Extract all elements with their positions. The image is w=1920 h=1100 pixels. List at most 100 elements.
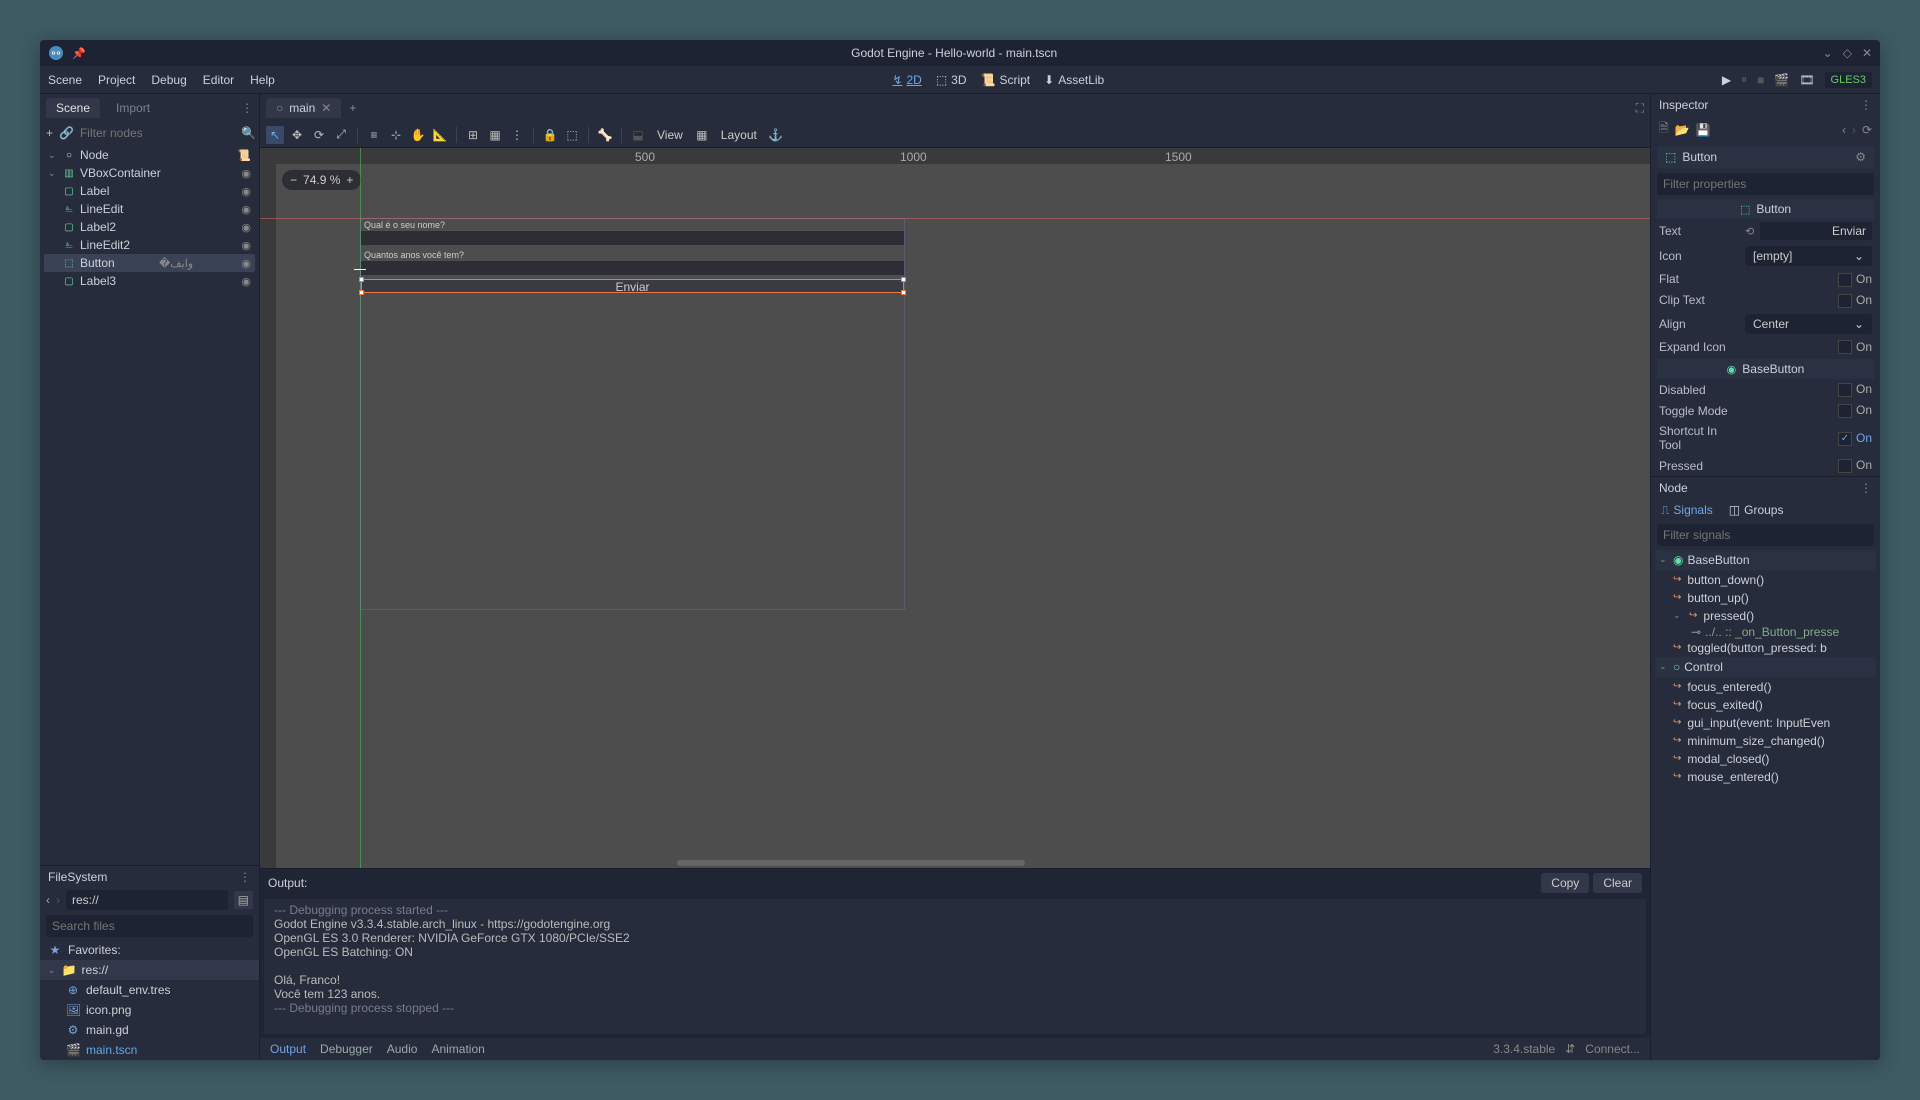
menu-scene[interactable]: Scene [48,73,82,87]
visibility-icon[interactable]: ◉ [241,239,251,252]
signal-class-control[interactable]: ⌄○Control [1655,657,1876,677]
fs-res-root[interactable]: ⌄📁res:// [40,960,259,980]
clip-checkbox[interactable] [1838,294,1852,308]
align-dropdown[interactable]: Center⌄ [1745,314,1872,334]
history-icon[interactable]: ⟳ [1862,123,1872,137]
close-icon[interactable]: ✕ [1862,46,1872,60]
lock-icon[interactable]: 🔒 [541,126,559,144]
move-tool-icon[interactable]: ✥ [288,126,306,144]
list-tool-icon[interactable]: ≡ [365,126,383,144]
bottom-audio-tab[interactable]: Audio [387,1042,418,1056]
output-log[interactable]: --- Debugging process started --- Godot … [264,899,1646,1034]
scene-canvas[interactable]: Qual é o seu nome? Quantos anos você tem… [360,218,905,610]
fs-search-input[interactable] [46,915,253,937]
node-dock-more-icon[interactable]: ⋮ [1860,481,1872,495]
fs-file[interactable]: ⚙main.gd [58,1020,259,1040]
resize-handle[interactable] [359,277,364,282]
pivot-icon[interactable]: ⊹ [387,126,405,144]
signal-item[interactable]: ↪gui_input(event: InputEven [1655,714,1876,732]
open-resource-icon[interactable]: 📂 [1675,123,1690,137]
layout-menu[interactable]: Layout [715,128,763,142]
new-resource-icon[interactable]: 🗎 [1659,119,1669,140]
resize-handle[interactable] [359,290,364,295]
scene-tab[interactable]: Scene [46,98,100,118]
signal-item[interactable]: ↪focus_exited() [1655,696,1876,714]
fs-file[interactable]: 🖼icon.png [58,1000,259,1020]
select-tool-icon[interactable]: ↖ [266,126,284,144]
layout-grid-icon[interactable]: ▦ [693,126,711,144]
play-scene-icon[interactable]: 🎬 [1774,73,1789,87]
script-icon[interactable]: 📜 [237,149,251,162]
disabled-checkbox[interactable] [1838,383,1852,397]
signal-item[interactable]: ↪mouse_entered() [1655,768,1876,786]
section-button[interactable]: ⬚Button [1657,199,1874,219]
visibility-icon[interactable]: ◉ [241,167,251,180]
stop-icon[interactable]: ■ [1757,73,1764,87]
fs-fwd-icon[interactable]: › [56,893,60,907]
flat-checkbox[interactable] [1838,273,1852,287]
tree-node-lineedit[interactable]: ⎁ LineEdit ◉ [44,200,255,218]
rotate-tool-icon[interactable]: ⟳ [310,126,328,144]
close-tab-icon[interactable]: ✕ [321,101,331,115]
visibility-icon[interactable]: ◉ [241,275,251,288]
signal-connection[interactable]: ⊸../.. :: _on_Button_presse [1655,625,1876,639]
pin-icon[interactable]: 📌 [72,47,86,60]
group-icon[interactable]: ⬚ [563,126,581,144]
signals-tab[interactable]: ⎍Signals [1661,503,1713,518]
filter-nodes-input[interactable] [80,126,235,140]
groups-tab[interactable]: ◫Groups [1729,503,1784,517]
fs-favorites[interactable]: ★Favorites: [40,940,259,960]
snap-grid-icon[interactable]: ▦ [486,126,504,144]
add-tab-icon[interactable]: + [349,101,356,115]
history-fwd-icon[interactable]: › [1852,123,1856,137]
icon-dropdown[interactable]: [empty]⌄ [1745,246,1872,266]
view-menu[interactable]: View [651,128,689,142]
scale-tool-icon[interactable]: ⤢ [332,126,350,144]
viewport-2d[interactable]: 500 1000 1500 − 74.9 % + Qual é o seu no… [260,148,1650,868]
override-icon[interactable]: ⬓ [629,126,647,144]
filter-signals-input[interactable] [1657,524,1874,546]
node-config-icon[interactable]: ⚙ [1855,150,1866,164]
pan-tool-icon[interactable]: ✋ [409,126,427,144]
menu-help[interactable]: Help [250,73,275,87]
signal-icon[interactable]: �وايف [159,257,193,270]
menu-debug[interactable]: Debug [151,73,186,87]
tree-node-root[interactable]: ⌄○ Node 📜 [44,146,255,164]
menu-editor[interactable]: Editor [203,73,234,87]
snap-options-icon[interactable]: ⋮ [508,126,526,144]
search-icon[interactable]: 🔍 [241,125,256,141]
filter-properties-input[interactable] [1657,173,1874,195]
renderer-label[interactable]: GLES3 [1825,72,1872,88]
workspace-script[interactable]: 📜 Script [981,73,1031,87]
signal-item[interactable]: ↪button_up() [1655,589,1876,607]
fs-path[interactable]: res:// [66,890,228,910]
signal-class-basebutton[interactable]: ⌄◉BaseButton [1655,550,1876,570]
signal-item[interactable]: ↪minimum_size_changed() [1655,732,1876,750]
pressed-checkbox[interactable] [1838,459,1852,473]
maximize-icon[interactable]: ◇ [1843,46,1852,60]
workspace-2d[interactable]: ↯ 2D [892,73,921,87]
bottom-output-tab[interactable]: Output [270,1042,306,1056]
bottom-animation-tab[interactable]: Animation [431,1042,484,1056]
tree-node-button[interactable]: ⬚ Button �وايف ◉ [44,254,255,272]
signal-item[interactable]: ⌄↪pressed() [1655,607,1876,625]
connect-label[interactable]: Connect... [1585,1042,1640,1056]
reset-icon[interactable]: ⟲ [1745,225,1754,238]
resize-handle[interactable] [901,277,906,282]
snap-toggle-icon[interactable]: ⊞ [464,126,482,144]
shortcut-checkbox[interactable] [1838,432,1852,446]
scene-file-tab[interactable]: ○ main ✕ [266,98,341,118]
import-tab[interactable]: Import [106,98,160,118]
visibility-icon[interactable]: ◉ [241,257,251,270]
tree-node-label3[interactable]: ▢ Label3 ◉ [44,272,255,290]
fs-view-icon[interactable]: ▤ [234,891,253,909]
fs-file[interactable]: 🎬main.tscn [58,1040,259,1060]
zoom-level[interactable]: 74.9 % [303,173,340,187]
inspector-node-name[interactable]: ⬚ Button ⚙ [1657,146,1874,168]
signal-item[interactable]: ↪focus_entered() [1655,678,1876,696]
play-custom-icon[interactable]: 🎞 [1799,73,1814,87]
pause-icon[interactable]: ⏸ [1741,72,1747,87]
zoom-in-icon[interactable]: + [346,173,353,187]
signal-item[interactable]: ↪button_down() [1655,571,1876,589]
tree-node-label2[interactable]: ▢ Label2 ◉ [44,218,255,236]
